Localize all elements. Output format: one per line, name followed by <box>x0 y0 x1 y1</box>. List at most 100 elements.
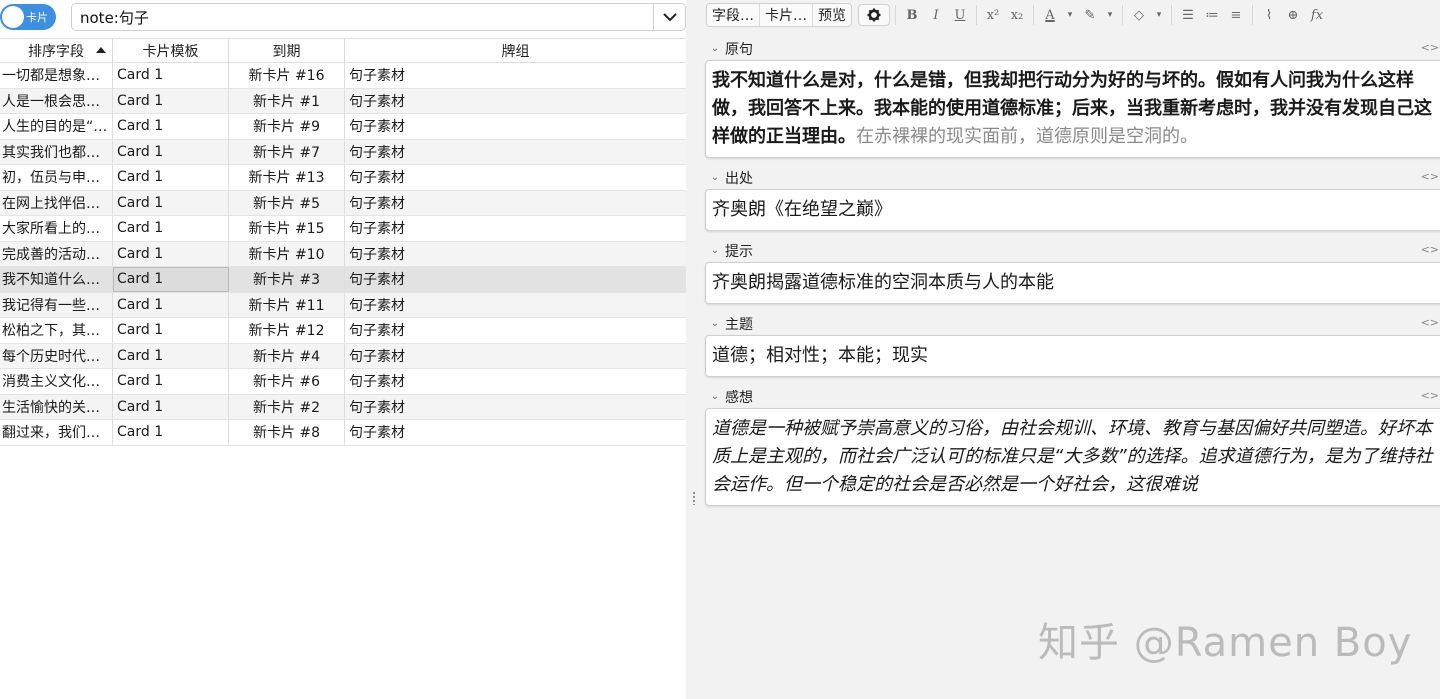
cell-sort: 我不知道什么… <box>0 267 113 292</box>
cell-template: Card 1 <box>113 88 229 113</box>
cell-sort: 每个历史时代… <box>0 343 113 368</box>
field-label-hint[interactable]: ⌄ 提示 <> <box>705 239 1440 262</box>
html-editor-toggle-icon[interactable]: <> <box>1421 243 1439 256</box>
text-color-icon[interactable]: A <box>1039 4 1061 26</box>
collapse-chevron-icon[interactable]: ⌄ <box>705 172 725 183</box>
muted-sentence-text: 在赤裸裸的现实面前，道德原则是空洞的。 <box>856 126 1198 147</box>
field-label-original-sentence[interactable]: ⌄ 原句 <> <box>705 37 1440 60</box>
table-header: 排序字段 卡片模板 到期 牌组 <box>0 38 686 63</box>
cell-sort: 在网上找伴侣… <box>0 190 113 215</box>
table-row[interactable]: 翻过来，我们… Card 1 新卡片 #8 句子素材 <box>0 420 686 446</box>
field-label-topic[interactable]: ⌄ 主题 <> <box>705 312 1440 335</box>
sort-ascending-icon <box>96 47 106 53</box>
note-fields: ⌄ 原句 <> 我不知道什么是对，什么是错，但我却把行动分为好的与坏的。假如有人… <box>705 37 1440 514</box>
cell-due: 新卡片 #12 <box>229 318 345 343</box>
cell-due: 新卡片 #3 <box>229 267 345 292</box>
table-row[interactable]: 我不知道什么… Card 1 新卡片 #3 句子素材 <box>0 267 686 293</box>
field-editor-topic[interactable]: 道德；相对性；本能；现实 <box>705 335 1440 377</box>
cell-sort: 生活愉快的关… <box>0 394 113 419</box>
cell-sort: 人是一根会思… <box>0 88 113 113</box>
cell-deck: 句子素材 <box>349 246 405 263</box>
table-row[interactable]: 在网上找伴侣… Card 1 新卡片 #5 句子素材 <box>0 190 686 216</box>
cards-button[interactable]: 卡片… <box>760 4 813 26</box>
html-editor-toggle-icon[interactable]: <> <box>1421 389 1439 402</box>
chevron-down-icon[interactable]: ▾ <box>1152 4 1166 26</box>
column-header-deck[interactable]: 牌组 <box>345 39 686 62</box>
editor-toolbar: 字段… 卡片… 预览 B I U x² x₂ A ▾ ✎ ▾ ◇ ▾ ☰ ≔ ≡… <box>706 3 1328 27</box>
table-row[interactable]: 人是一根会思… Card 1 新卡片 #1 句子素材 <box>0 88 686 114</box>
field-editor-hint[interactable]: 齐奥朗揭露道德标准的空洞本质与人的本能 <box>705 262 1440 304</box>
bold-icon[interactable]: B <box>901 4 923 26</box>
cell-template: Card 1 <box>113 63 229 88</box>
eraser-icon[interactable]: ◇ <box>1128 4 1150 26</box>
cell-sort: 一切都是想象… <box>0 63 113 88</box>
collapse-chevron-icon[interactable]: ⌄ <box>705 318 725 329</box>
italic-icon[interactable]: I <box>925 4 947 26</box>
table-row[interactable]: 大家所看上的… Card 1 新卡片 #15 句子素材 <box>0 216 686 242</box>
field-editor-thoughts[interactable]: 道德是一种被赋予崇高意义的习俗，由社会规训、环境、教育与基因偏好共同塑造。好坏本… <box>705 408 1440 506</box>
table-row[interactable]: 其实我们也都… Card 1 新卡片 #7 句子素材 <box>0 139 686 165</box>
table-row[interactable]: 初，伍员与申… Card 1 新卡片 #13 句子素材 <box>0 165 686 191</box>
toolbar-separator <box>895 5 896 25</box>
search-history-dropdown[interactable] <box>653 4 685 30</box>
watermark: 知乎 @Ramen Boy <box>1038 620 1413 666</box>
cell-due: 新卡片 #8 <box>229 420 345 445</box>
search-field[interactable] <box>71 3 686 31</box>
column-header-sort-field[interactable]: 排序字段 <box>0 39 113 62</box>
cell-deck: 句子素材 <box>349 195 405 212</box>
table-row[interactable]: 人生的目的是“… Card 1 新卡片 #9 句子素材 <box>0 114 686 140</box>
toolbar-separator <box>1252 5 1253 25</box>
cell-due: 新卡片 #16 <box>229 63 345 88</box>
table-row[interactable]: 每个历史时代… Card 1 新卡片 #4 句子素材 <box>0 343 686 369</box>
function-icon[interactable]: fx <box>1306 4 1328 26</box>
chevron-down-icon[interactable]: ▾ <box>1103 4 1117 26</box>
collapse-chevron-icon[interactable]: ⌄ <box>705 43 725 54</box>
chevron-down-icon[interactable]: ▾ <box>1063 4 1077 26</box>
column-header-due[interactable]: 到期 <box>229 39 345 62</box>
numbered-list-icon[interactable]: ≔ <box>1201 4 1223 26</box>
cell-template: Card 1 <box>113 139 229 164</box>
cards-notes-toggle[interactable]: 卡片 <box>0 4 56 30</box>
cell-template: Card 1 <box>113 394 229 419</box>
field-editor-source[interactable]: 齐奥朗《在绝望之巅》 <box>705 189 1440 231</box>
table-row[interactable]: 生活愉快的关… Card 1 新卡片 #2 句子素材 <box>0 394 686 420</box>
cell-deck: 句子素材 <box>349 399 405 416</box>
table-row[interactable]: 我记得有一些… Card 1 新卡片 #11 句子素材 <box>0 292 686 318</box>
paperclip-icon[interactable]: ⌇ <box>1258 4 1280 26</box>
cell-due: 新卡片 #11 <box>229 292 345 317</box>
collapse-chevron-icon[interactable]: ⌄ <box>705 245 725 256</box>
subscript-icon[interactable]: x₂ <box>1006 4 1028 26</box>
cell-sort: 松柏之下，其… <box>0 318 113 343</box>
table-row[interactable]: 一切都是想象… Card 1 新卡片 #16 句子素材 <box>0 63 686 89</box>
cell-due: 新卡片 #13 <box>229 165 345 190</box>
microphone-icon[interactable]: ⊕ <box>1282 4 1304 26</box>
search-input[interactable] <box>80 7 650 27</box>
cell-deck: 句子素材 <box>349 144 405 161</box>
field-label-source[interactable]: ⌄ 出处 <> <box>705 166 1440 189</box>
field-editor-original-sentence[interactable]: 我不知道什么是对，什么是错，但我却把行动分为好的与坏的。假如有人问我为什么这样做… <box>705 60 1440 158</box>
cell-template: Card 1 <box>113 343 229 368</box>
table-row[interactable]: 松柏之下，其… Card 1 新卡片 #12 句子素材 <box>0 318 686 344</box>
bullet-list-icon[interactable]: ☰ <box>1177 4 1199 26</box>
superscript-icon[interactable]: x² <box>982 4 1004 26</box>
cell-template: Card 1 <box>113 241 229 266</box>
preview-button[interactable]: 预览 <box>813 4 851 26</box>
html-editor-toggle-icon[interactable]: <> <box>1421 41 1439 54</box>
column-header-card-template[interactable]: 卡片模板 <box>113 39 229 62</box>
highlight-icon[interactable]: ✎ <box>1079 4 1101 26</box>
settings-button[interactable] <box>858 4 890 26</box>
underline-icon[interactable]: U <box>949 4 971 26</box>
toggle-label: 卡片 <box>26 11 48 24</box>
cell-template: Card 1 <box>113 369 229 394</box>
collapse-chevron-icon[interactable]: ⌄ <box>705 391 725 402</box>
align-icon[interactable]: ≡ <box>1225 4 1247 26</box>
table-row[interactable]: 完成善的活动… Card 1 新卡片 #10 句子素材 <box>0 241 686 267</box>
table-row[interactable]: 消费主义文化… Card 1 新卡片 #6 句子素材 <box>0 369 686 395</box>
cell-template: Card 1 <box>113 165 229 190</box>
gear-icon <box>867 8 881 22</box>
html-editor-toggle-icon[interactable]: <> <box>1421 170 1439 183</box>
html-editor-toggle-icon[interactable]: <> <box>1421 316 1439 329</box>
toolbar-separator <box>1033 5 1034 25</box>
field-label-thoughts[interactable]: ⌄ 感想 <> <box>705 385 1440 408</box>
fields-button[interactable]: 字段… <box>707 4 760 26</box>
